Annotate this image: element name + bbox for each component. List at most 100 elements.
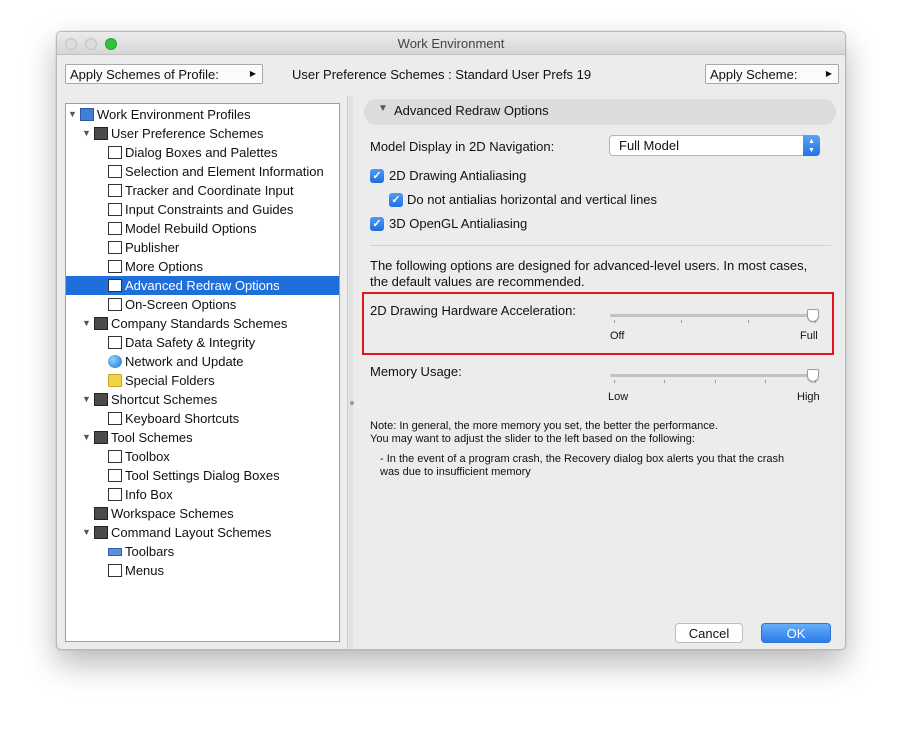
redraw-icon (108, 279, 122, 292)
tree-item-label: Workspace Schemes (111, 506, 234, 521)
disclosure-open-icon[interactable]: ▼ (82, 390, 91, 409)
company-icon (94, 317, 108, 330)
disclosure-open-icon[interactable]: ▼ (68, 105, 77, 124)
tree-item[interactable]: Toolbars (66, 542, 339, 561)
apply-profile-popup[interactable]: Apply Schemes of Profile: ▶ (65, 64, 263, 84)
tree-item-label: User Preference Schemes (111, 126, 264, 141)
ok-button[interactable]: OK (761, 623, 831, 643)
tree-item[interactable]: Menus (66, 561, 339, 580)
tree-item[interactable]: Input Constraints and Guides (66, 200, 339, 219)
info-box-icon (108, 488, 122, 501)
memory-usage-label: Memory Usage: (370, 364, 462, 379)
tree-item[interactable]: ▼ Work Environment Profiles (66, 105, 339, 124)
tree-item-label: Toolbars (125, 544, 175, 559)
tree-item[interactable]: Dialog Boxes and Palettes (66, 143, 339, 162)
tree-item-label: Selection and Element Information (125, 164, 324, 179)
tree-item-label: Shortcut Schemes (111, 392, 218, 407)
apply-profile-label: Apply Schemes of Profile: (70, 67, 219, 82)
tree-item-label: Network and Update (125, 354, 244, 369)
apply-scheme-popup[interactable]: Apply Scheme: ▶ (705, 64, 839, 84)
disclosure-triangle-icon: ▼ (378, 103, 388, 114)
antialiasing-2d-checkbox[interactable]: ✓ (370, 169, 384, 183)
tree-item-label: More Options (125, 259, 204, 274)
dialog-icon (108, 146, 122, 159)
constraints-icon (108, 203, 122, 216)
slider-tick (815, 320, 816, 323)
tree-item-label: Dialog Boxes and Palettes (125, 145, 278, 160)
tree-item-label: On-Screen Options (125, 297, 237, 312)
work-environment-window: Work Environment Apply Schemes of Profil… (56, 31, 846, 650)
workspace-icon (94, 507, 108, 520)
highlight-box (362, 292, 834, 355)
mem-min-label: Low (608, 391, 629, 403)
model-display-select[interactable]: Full Model ▲ ▼ (609, 135, 820, 156)
tree-item[interactable]: Special Folders (66, 371, 339, 390)
tree-item[interactable]: Publisher (66, 238, 339, 257)
tree-item[interactable]: ▼ Company Standards Schemes (66, 314, 339, 333)
scheme-tree[interactable]: ▼ Work Environment Profiles ▼ User Preferen… (65, 103, 340, 642)
cancel-button[interactable]: Cancel (675, 623, 743, 643)
window-title: Work Environment (397, 36, 505, 51)
hw-max-label: Full (800, 330, 818, 342)
tree-item[interactable]: Info Box (66, 485, 339, 504)
model-display-label: Model Display in 2D Navigation: (370, 139, 555, 154)
tree-item[interactable]: ▼ Shortcut Schemes (66, 390, 339, 409)
tree-item[interactable]: ▼ User Preference Schemes (66, 124, 339, 143)
slider-tick (681, 320, 682, 323)
profiles-icon (80, 108, 94, 121)
tree-item-label: Model Rebuild Options (125, 221, 257, 236)
tree-item[interactable]: On-Screen Options (66, 295, 339, 314)
split-divider[interactable] (347, 96, 353, 649)
tree-item-label: Keyboard Shortcuts (125, 411, 240, 426)
note-line4: was due to insufficient memory (380, 466, 531, 478)
rebuild-icon (108, 222, 122, 235)
tree-item[interactable]: Workspace Schemes (66, 504, 339, 523)
disclosure-open-icon[interactable]: ▼ (82, 314, 91, 333)
tree-item-label: Tool Schemes (111, 430, 193, 445)
tree-item[interactable]: Advanced Redraw Options (66, 276, 339, 295)
mem-slider-knob[interactable] (807, 369, 819, 382)
title-bar[interactable]: Work Environment (57, 32, 845, 55)
slider-tick (764, 380, 766, 383)
slider-tick (748, 320, 749, 323)
slider-tick (614, 380, 615, 383)
tree-item[interactable]: Model Rebuild Options (66, 219, 339, 238)
tree-item[interactable]: Network and Update (66, 352, 339, 371)
slider-tick (815, 380, 816, 383)
separator (370, 245, 831, 246)
tree-item[interactable]: Tool Settings Dialog Boxes (66, 466, 339, 485)
no-hv-antialias-checkbox[interactable]: ✓ (389, 193, 403, 207)
tree-item[interactable]: More Options (66, 257, 339, 276)
opengl-antialiasing-checkbox[interactable]: ✓ (370, 217, 384, 231)
selection-icon (108, 165, 122, 178)
tree-item-label: Input Constraints and Guides (125, 202, 294, 217)
mem-max-label: High (797, 391, 820, 403)
menus-icon (108, 564, 122, 577)
tree-item[interactable]: Tracker and Coordinate Input (66, 181, 339, 200)
advanced-info-line2: the default values are recommended. (370, 274, 585, 289)
top-toolbar: Apply Schemes of Profile: ▶ User Prefere… (57, 55, 845, 93)
tree-item-label: Menus (125, 563, 165, 578)
tree-item-label: Company Standards Schemes (111, 316, 288, 331)
disclosure-open-icon[interactable]: ▼ (82, 523, 91, 542)
globe-icon (108, 355, 122, 368)
tree-item[interactable]: ▼ Tool Schemes (66, 428, 339, 447)
select-stepper-icon: ▲ ▼ (803, 135, 820, 156)
tree-item[interactable]: Selection and Element Information (66, 162, 339, 181)
current-scheme-label: User Preference Schemes : Standard User … (292, 67, 592, 82)
disclosure-open-icon[interactable]: ▼ (82, 124, 91, 143)
section-header[interactable]: ▼ Advanced Redraw Options (364, 99, 836, 125)
tree-item[interactable]: Keyboard Shortcuts (66, 409, 339, 428)
options-icon (108, 260, 122, 273)
hw-acceleration-label: 2D Drawing Hardware Acceleration: (370, 303, 576, 318)
slider-tick (664, 380, 666, 383)
tree-item[interactable]: ▼ Command Layout Schemes (66, 523, 339, 542)
user-scheme-icon (94, 127, 108, 140)
disclosure-open-icon[interactable]: ▼ (82, 428, 91, 447)
tree-item-label: Publisher (125, 240, 180, 255)
tree-item[interactable]: Data Safety & Integrity (66, 333, 339, 352)
tree-item[interactable]: Toolbox (66, 447, 339, 466)
tool-settings-icon (108, 469, 122, 482)
hw-slider-knob[interactable] (807, 309, 819, 322)
tree-item-label: Command Layout Schemes (111, 525, 272, 540)
